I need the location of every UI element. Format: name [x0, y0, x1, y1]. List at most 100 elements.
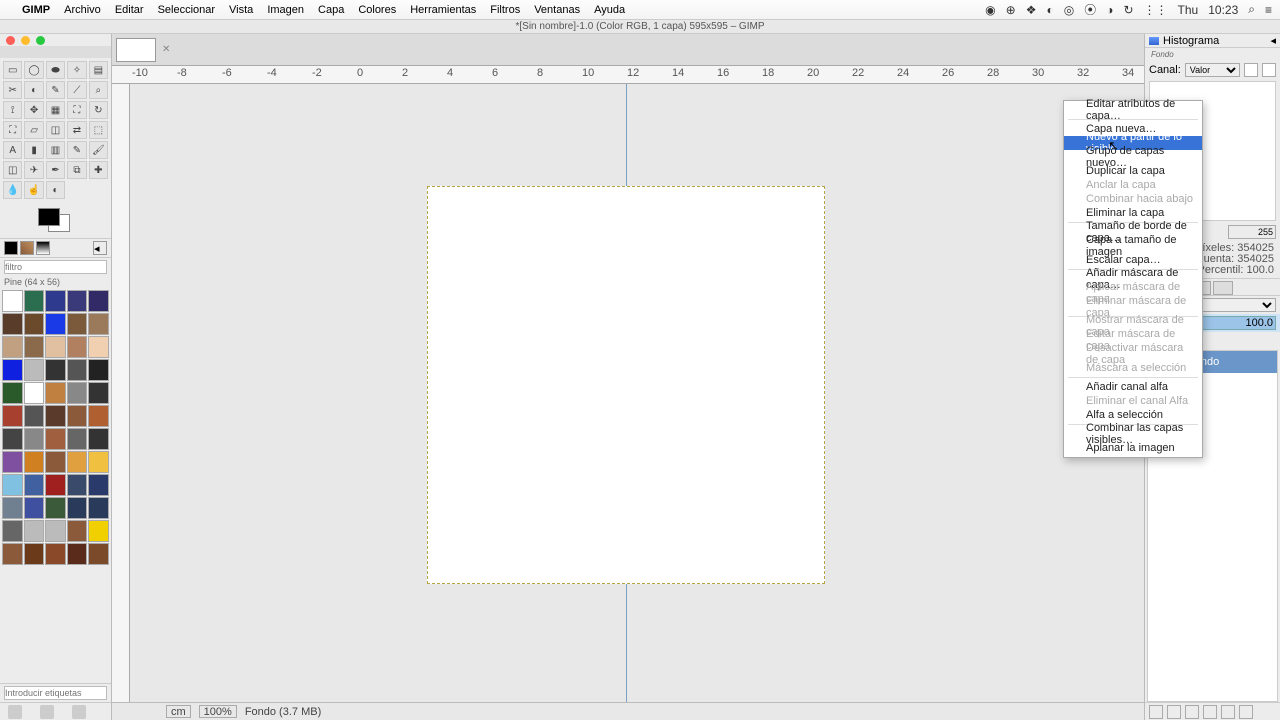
status-icon[interactable]: ❖ — [1026, 3, 1037, 17]
pattern-swatch[interactable] — [24, 290, 45, 312]
pattern-swatch[interactable] — [45, 451, 66, 473]
hist-log-icon[interactable] — [1262, 63, 1276, 77]
pattern-swatch[interactable] — [2, 313, 23, 335]
pattern-swatch[interactable] — [88, 313, 109, 335]
blur-tool[interactable]: 💧 — [3, 181, 22, 199]
pattern-swatch[interactable] — [24, 451, 45, 473]
wifi-icon[interactable]: ⋮⋮ — [1144, 3, 1168, 17]
canvas-area[interactable] — [112, 84, 1144, 702]
pattern-swatch[interactable] — [67, 382, 88, 404]
pattern-swatch[interactable] — [24, 520, 45, 542]
pattern-swatch[interactable] — [45, 359, 66, 381]
pattern-swatch[interactable] — [2, 474, 23, 496]
dodge-tool[interactable]: ◐ — [46, 181, 65, 199]
search-icon[interactable]: ⌕ — [1248, 2, 1255, 17]
pattern-swatch[interactable] — [45, 520, 66, 542]
context-menu-item[interactable]: Alfa a selección — [1064, 408, 1202, 422]
zoom-tool[interactable]: ⌕ — [89, 81, 108, 99]
pattern-swatch[interactable] — [24, 405, 45, 427]
rotate-tool[interactable]: ↻ — [89, 101, 108, 119]
tab-close-icon[interactable]: ✕ — [162, 44, 170, 55]
pattern-swatch[interactable] — [88, 382, 109, 404]
blend-tool[interactable]: ▥ — [46, 141, 65, 159]
menu-seleccionar[interactable]: Seleccionar — [158, 4, 215, 16]
ellipse-select-tool[interactable]: ◯ — [24, 61, 43, 79]
gradient-swatch[interactable] — [36, 241, 50, 255]
shear-tool[interactable]: ▱ — [24, 121, 43, 139]
context-menu-item[interactable]: Combinar las capas visibles… — [1064, 427, 1202, 441]
pattern-swatch[interactable] — [2, 336, 23, 358]
pattern-swatch[interactable] — [24, 428, 45, 450]
menu-archivo[interactable]: Archivo — [64, 4, 101, 16]
pattern-swatch[interactable] — [67, 290, 88, 312]
color-picker-tool[interactable]: ⟋ — [67, 81, 86, 99]
pattern-swatch[interactable] — [88, 405, 109, 427]
pattern-swatch[interactable] — [20, 241, 34, 255]
pattern-swatch[interactable] — [67, 313, 88, 335]
anchor-layer-button[interactable] — [1221, 705, 1235, 719]
pattern-swatch[interactable] — [88, 290, 109, 312]
menu-capa[interactable]: Capa — [318, 4, 344, 16]
status-icon[interactable]: ◎ — [1064, 3, 1074, 17]
traffic-lights[interactable] — [0, 34, 111, 46]
app-name[interactable]: GIMP — [22, 4, 50, 16]
pattern-swatch[interactable] — [2, 382, 23, 404]
eraser-tool[interactable]: ◫ — [3, 161, 22, 179]
bottom-icon[interactable] — [40, 705, 54, 719]
pattern-swatch[interactable] — [24, 382, 45, 404]
pattern-swatch[interactable] — [2, 290, 23, 312]
delete-layer-button[interactable] — [1239, 705, 1253, 719]
pattern-swatch[interactable] — [67, 405, 88, 427]
fg-bg-colors[interactable] — [36, 206, 111, 236]
status-icon[interactable]: ◑ — [1106, 3, 1113, 17]
pattern-swatch[interactable] — [2, 451, 23, 473]
pattern-swatch[interactable] — [24, 336, 45, 358]
brush-swatch[interactable] — [4, 241, 18, 255]
pattern-swatch[interactable] — [45, 428, 66, 450]
pattern-swatch[interactable] — [45, 497, 66, 519]
foreground-tool[interactable]: ◐ — [24, 81, 43, 99]
pattern-swatch[interactable] — [2, 543, 23, 565]
pattern-swatch[interactable] — [24, 359, 45, 381]
menu-herramientas[interactable]: Herramientas — [410, 4, 476, 16]
move-tool[interactable]: ✥ — [24, 101, 43, 119]
histogram-tab[interactable]: Histograma◂ — [1145, 34, 1280, 48]
pattern-swatch[interactable] — [88, 359, 109, 381]
bucket-tool[interactable]: ▮ — [24, 141, 43, 159]
raise-layer-button[interactable] — [1167, 705, 1181, 719]
menu-imagen[interactable]: Imagen — [267, 4, 304, 16]
pattern-swatch[interactable] — [45, 336, 66, 358]
context-menu-item[interactable]: Capa a tamaño de imagen — [1064, 239, 1202, 253]
pattern-swatch[interactable] — [88, 336, 109, 358]
ink-tool[interactable]: ✒ — [46, 161, 65, 179]
menu-editar[interactable]: Editar — [115, 4, 144, 16]
menu-colores[interactable]: Colores — [358, 4, 396, 16]
color-select-tool[interactable]: ▤ — [89, 61, 108, 79]
crop-tool[interactable]: ⛶ — [67, 101, 86, 119]
status-icon[interactable]: ↻ — [1123, 3, 1133, 17]
bottom-icon[interactable] — [72, 705, 86, 719]
context-menu-item[interactable]: Grupo de capas nuevo… — [1064, 150, 1202, 164]
flip-tool[interactable]: ⇄ — [67, 121, 86, 139]
pattern-swatch[interactable] — [67, 520, 88, 542]
paths-tool[interactable]: ✎ — [46, 81, 65, 99]
canal-select[interactable]: Valor — [1185, 63, 1240, 77]
pattern-swatch[interactable] — [24, 313, 45, 335]
pattern-swatch[interactable] — [24, 474, 45, 496]
pattern-swatch[interactable] — [24, 543, 45, 565]
pattern-filter-input[interactable] — [4, 260, 107, 274]
scissors-tool[interactable]: ✂ — [3, 81, 22, 99]
pattern-swatch[interactable] — [88, 451, 109, 473]
scale-tool[interactable]: ⛶ — [3, 121, 22, 139]
hist-value[interactable]: 255 — [1228, 225, 1277, 239]
perspective-tool[interactable]: ◫ — [46, 121, 65, 139]
pattern-swatch[interactable] — [67, 359, 88, 381]
pattern-swatch[interactable] — [88, 520, 109, 542]
image-tab-thumb[interactable] — [116, 38, 156, 62]
context-menu-item[interactable]: Añadir canal alfa — [1064, 380, 1202, 394]
duplicate-layer-button[interactable] — [1203, 705, 1217, 719]
context-menu-item[interactable]: Editar atributos de capa… — [1064, 103, 1202, 117]
pattern-swatch[interactable] — [2, 520, 23, 542]
pattern-swatch[interactable] — [2, 405, 23, 427]
options-icon[interactable]: ◂ — [93, 241, 107, 255]
